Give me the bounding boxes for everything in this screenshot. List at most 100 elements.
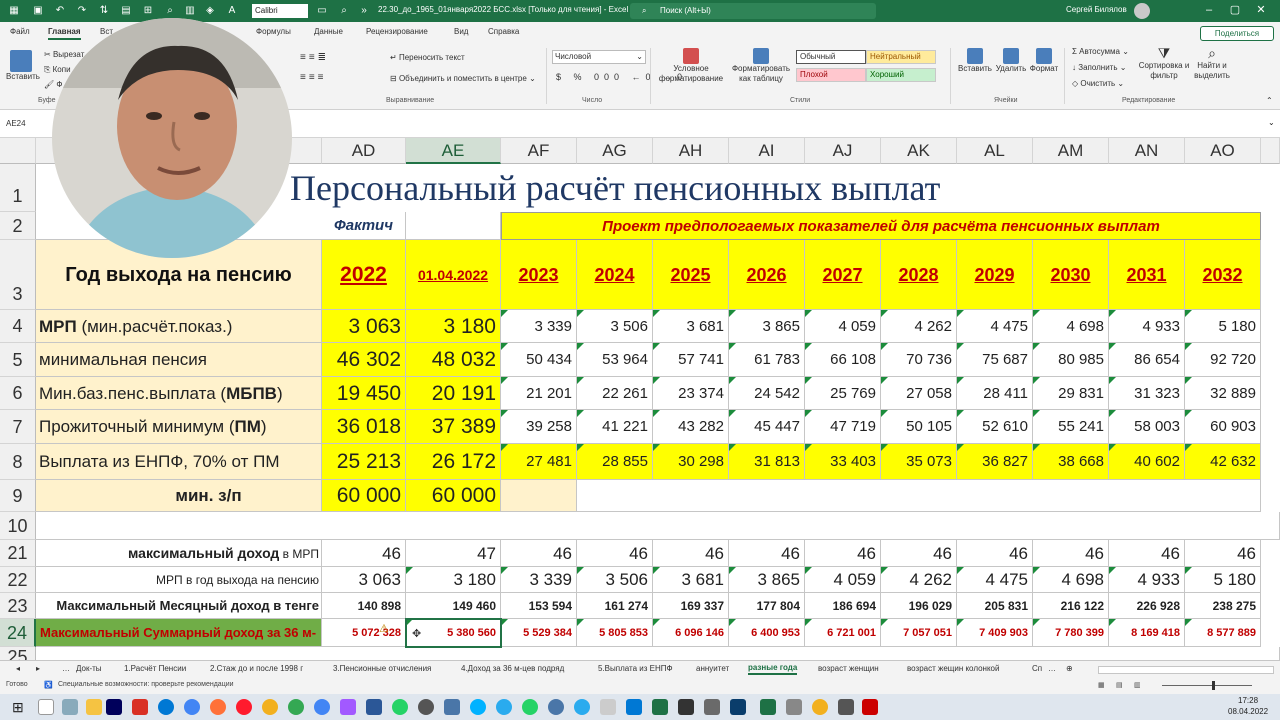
app-2-icon[interactable]: [340, 699, 356, 715]
value-cell[interactable]: 4 059: [805, 310, 881, 343]
value-cell[interactable]: 36 018: [322, 410, 406, 444]
conditional-format-button[interactable]: Условное форматирование: [656, 48, 726, 84]
value-cell[interactable]: 27 481: [501, 444, 577, 480]
value-cell[interactable]: 46: [1109, 540, 1185, 567]
value-cell[interactable]: 3 063: [322, 310, 406, 343]
year-cell[interactable]: 2026: [729, 240, 805, 310]
value-cell[interactable]: 60 903: [1185, 410, 1261, 444]
row-label-enpf[interactable]: Выплата из ЕНПФ, 70% от ПМ: [36, 444, 322, 480]
value-cell[interactable]: 20 191: [406, 377, 501, 410]
value-cell[interactable]: 43 282: [653, 410, 729, 444]
sheet-tab[interactable]: 2.Стаж до и после 1998 г: [210, 664, 303, 673]
value-cell[interactable]: 39 258: [501, 410, 577, 444]
whatsapp-icon[interactable]: [392, 699, 408, 715]
value-cell[interactable]: 19 450: [322, 377, 406, 410]
app-11-icon[interactable]: [678, 699, 694, 715]
value-cell[interactable]: 60 000: [406, 480, 501, 512]
format-painter-button[interactable]: 🖌 Ф: [44, 80, 62, 89]
cell[interactable]: [406, 212, 501, 240]
year-cell[interactable]: 2031: [1109, 240, 1185, 310]
value-cell[interactable]: 22 261: [577, 377, 653, 410]
sheet-tab[interactable]: Сп: [1032, 664, 1042, 673]
sheet-tab[interactable]: 1.Расчёт Пенсии: [124, 664, 186, 673]
start-icon[interactable]: ⊞: [12, 699, 28, 715]
clock-time[interactable]: 17:28: [1238, 696, 1258, 705]
value-cell[interactable]: 46: [881, 540, 957, 567]
column-header[interactable]: AK: [881, 138, 957, 164]
column-header-partial[interactable]: [1261, 138, 1280, 164]
value-cell[interactable]: 5 180: [1185, 310, 1261, 343]
value-cell[interactable]: 25 213: [322, 444, 406, 480]
format-as-table-button[interactable]: Форматировать как таблицу: [730, 48, 792, 84]
app-5-icon[interactable]: [444, 699, 460, 715]
column-header[interactable]: AI: [729, 138, 805, 164]
value-cell[interactable]: 3 865: [729, 567, 805, 593]
collapse-ribbon-icon[interactable]: ⌃: [1266, 96, 1273, 105]
value-cell[interactable]: 3 865: [729, 310, 805, 343]
value-cell[interactable]: 36 827: [957, 444, 1033, 480]
value-cell[interactable]: 46: [577, 540, 653, 567]
column-header[interactable]: AO: [1185, 138, 1261, 164]
select-all-corner[interactable]: [0, 138, 36, 164]
tab-scroll-more-icon[interactable]: …: [1048, 664, 1056, 673]
chrome-2-icon[interactable]: [314, 699, 330, 715]
scroll-right-icon[interactable]: ▸: [36, 664, 40, 673]
value-cell[interactable]: 6 721 001: [805, 619, 881, 647]
sheet-tab-active[interactable]: разные года: [748, 663, 798, 675]
value-cell[interactable]: 4 475: [957, 567, 1033, 593]
row-label-maxsum[interactable]: Максимальный Суммарный доход за 36 м-: [36, 619, 322, 647]
value-cell[interactable]: 3 339: [501, 310, 577, 343]
style-good[interactable]: Хороший: [866, 68, 936, 82]
value-cell[interactable]: 3 506: [577, 310, 653, 343]
value-cell[interactable]: 3 506: [577, 567, 653, 593]
value-cell[interactable]: 31 323: [1109, 377, 1185, 410]
value-cell[interactable]: 4 475: [957, 310, 1033, 343]
sheet-tab[interactable]: аннуитет: [696, 664, 729, 673]
tab-help[interactable]: Справка: [488, 27, 519, 36]
value-cell[interactable]: 5 072 328: [322, 619, 406, 647]
row-label-maxmonth[interactable]: Максимальный Месяцный доход в тенге: [36, 593, 322, 619]
value-cell[interactable]: 30 298: [653, 444, 729, 480]
app-6-icon[interactable]: [470, 699, 486, 715]
share-button[interactable]: Поделиться: [1200, 26, 1274, 41]
value-cell[interactable]: 46: [805, 540, 881, 567]
value-cell[interactable]: 25 769: [805, 377, 881, 410]
value-cell[interactable]: 3 681: [653, 310, 729, 343]
value-cell[interactable]: 86 654: [1109, 343, 1185, 377]
row-header[interactable]: 7: [0, 410, 36, 444]
close-icon[interactable]: ✕: [1248, 3, 1274, 16]
value-cell[interactable]: 8 169 418: [1109, 619, 1185, 647]
search-taskbar-icon[interactable]: [38, 699, 54, 715]
table-icon[interactable]: ▤: [118, 3, 134, 19]
delete-cells-button[interactable]: Удалить: [994, 48, 1028, 73]
row-header[interactable]: 9: [0, 480, 36, 512]
row-label-mrpyear[interactable]: МРП в год выхода на пенсию: [36, 567, 322, 593]
year-cell[interactable]: 2025: [653, 240, 729, 310]
app-12-icon[interactable]: [704, 699, 720, 715]
value-cell[interactable]: 5 805 853: [577, 619, 653, 647]
value-cell[interactable]: 33 403: [805, 444, 881, 480]
value-cell[interactable]: 177 804: [729, 593, 805, 619]
value-cell[interactable]: 38 668: [1033, 444, 1109, 480]
column-header[interactable]: AJ: [805, 138, 881, 164]
value-cell[interactable]: 46: [1185, 540, 1261, 567]
value-cell[interactable]: 7 409 903: [957, 619, 1033, 647]
year-cell[interactable]: 2028: [881, 240, 957, 310]
value-cell[interactable]: 3 180: [406, 310, 501, 343]
file-explorer-icon[interactable]: [86, 699, 102, 715]
year-cell[interactable]: 2024: [577, 240, 653, 310]
value-cell[interactable]: 4 262: [881, 310, 957, 343]
row-header[interactable]: 22: [0, 567, 36, 593]
column-header[interactable]: AG: [577, 138, 653, 164]
search-small-icon[interactable]: ⌕: [336, 3, 352, 19]
excel-taskbar-icon[interactable]: [760, 699, 776, 715]
task-view-icon[interactable]: [62, 699, 78, 715]
opera-icon[interactable]: [236, 699, 252, 715]
value-cell[interactable]: 7 780 399: [1033, 619, 1109, 647]
value-cell[interactable]: 46: [322, 540, 406, 567]
row-header[interactable]: 21: [0, 540, 36, 567]
row-label-mbpv[interactable]: Мин.баз.пенс.выплата (МБПВ): [36, 377, 322, 410]
row-header[interactable]: 23: [0, 593, 36, 619]
borders-icon[interactable]: ⊞: [140, 3, 156, 19]
screen-icon[interactable]: ▭: [314, 3, 330, 19]
